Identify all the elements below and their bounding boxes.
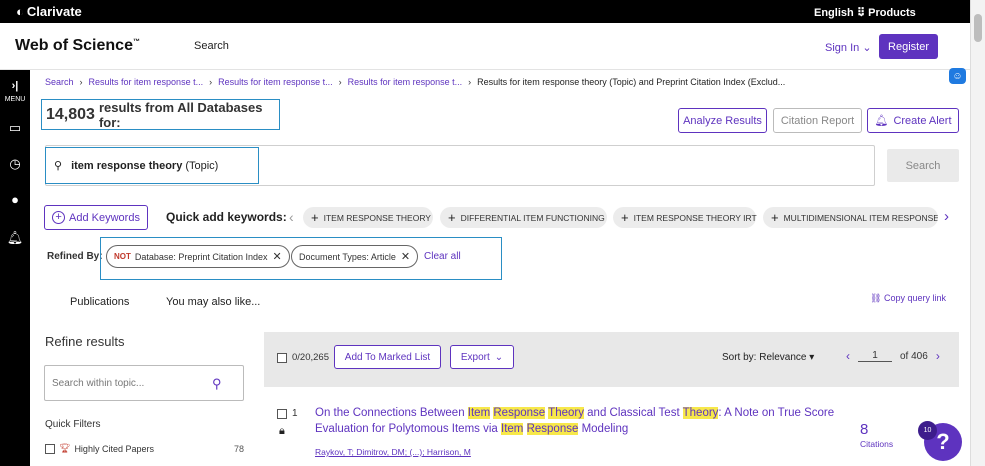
breadcrumb: Search › Results for item response t... › Re… <box>45 77 785 87</box>
tab-publications[interactable]: Publications <box>70 296 129 308</box>
close-icon[interactable]: ✕ <box>401 250 410 263</box>
analyze-results-button[interactable]: Analyze Results <box>678 108 767 133</box>
citation-report-button[interactable]: Citation Report <box>773 108 862 133</box>
checkbox[interactable] <box>45 443 55 454</box>
history-icon[interactable]: ◷ <box>0 156 30 172</box>
page-input[interactable]: 1 <box>858 350 892 362</box>
sort-dropdown[interactable]: Sort by: Relevance ▾ <box>722 352 814 363</box>
register-button[interactable]: Register <box>879 34 938 59</box>
plus-icon: + <box>621 210 629 225</box>
clarivate-logo-icon: ◐ <box>16 4 24 19</box>
quick-filters-title: Quick Filters <box>45 419 101 430</box>
products-menu[interactable]: ⠿ Products <box>857 6 916 19</box>
lock-icon: 🔒︎ <box>279 425 285 437</box>
record-select[interactable]: 1 <box>277 408 298 419</box>
sign-in-link[interactable]: Sign In ⌄ <box>825 41 872 54</box>
results-count-heading: 14,803 results from All Databases for: <box>41 99 280 130</box>
page-scrollbar[interactable] <box>970 0 985 466</box>
filter-chip-database[interactable]: NOT Database: Preprint Citation Index ✕ <box>106 245 290 268</box>
result-record: 1 🔒︎ On the Connections Between Item Res… <box>264 387 959 466</box>
record-authors[interactable]: Raykov, T; Dimitrov, DM; (...); Harrison… <box>315 447 471 457</box>
chevron-right-icon: › <box>79 77 83 87</box>
close-icon[interactable]: ✕ <box>272 250 281 263</box>
scrollbar-thumb[interactable] <box>974 14 982 42</box>
search-within-input[interactable]: Search within topic... ⚲ <box>44 365 244 401</box>
bell-icon[interactable]: 🔔︎ <box>0 230 30 246</box>
query-chip[interactable]: ⚲ item response theory (Topic) <box>45 147 259 184</box>
add-keywords-button[interactable]: + Add Keywords <box>44 205 148 230</box>
chevron-down-icon: ⌄ <box>862 42 872 54</box>
chevron-right-icon[interactable]: › <box>936 349 940 363</box>
side-nav: ›| MENU ▭ ◷ ● 🔔︎ <box>0 70 30 466</box>
web-of-science-logo[interactable]: Web of Science™ <box>15 37 140 55</box>
quick-add-keywords-label: Quick add keywords: <box>166 210 287 224</box>
expand-menu-icon[interactable]: ›| <box>0 80 30 92</box>
checkbox[interactable] <box>277 352 287 363</box>
checkbox[interactable] <box>277 408 287 419</box>
brand-bar: ◐ Clarivate English ⌄ ⠿ Products <box>0 0 970 23</box>
results-toolbar: 0/20,265 Add To Marked List Export ⌄ Sort… <box>264 332 959 384</box>
refine-results-title: Refine results <box>45 334 125 349</box>
search-icon: ⚲ <box>54 160 63 172</box>
add-to-marked-list-button[interactable]: Add To Marked List <box>334 345 441 369</box>
chevron-down-icon: ⌄ <box>494 351 504 363</box>
search-button[interactable]: Search <box>887 149 959 182</box>
refined-by-label: Refined By: <box>47 251 103 262</box>
folder-icon[interactable]: ▭ <box>0 120 30 136</box>
caret-down-icon: ▾ <box>809 352 815 363</box>
pagination: ‹ 1 of 406 › <box>846 349 940 363</box>
app-header: Web of Science™ Search Sign In ⌄ Registe… <box>0 23 970 70</box>
assistant-bot-icon[interactable]: ☺ <box>949 68 966 84</box>
keyword-chip[interactable]: + ITEM RESPONSE THEORY IRT <box>613 207 757 228</box>
tab-you-may-also-like[interactable]: You may also like... <box>166 296 260 308</box>
clarivate-logo[interactable]: ◐ Clarivate <box>16 4 82 19</box>
copy-query-link[interactable]: ⛓ Copy query link <box>870 293 946 304</box>
breadcrumb-results-1[interactable]: Results for item response t... <box>89 77 204 87</box>
user-icon[interactable]: ● <box>0 192 30 207</box>
trophy-icon: 🏆︎ <box>59 443 71 453</box>
plus-circle-icon: + <box>52 211 66 224</box>
results-count: 14,803 <box>46 105 95 123</box>
nav-search-link[interactable]: Search <box>194 40 229 52</box>
keyword-chip[interactable]: + DIFFERENTIAL ITEM FUNCTIONING <box>440 207 607 228</box>
chevron-right-icon: › <box>468 77 472 87</box>
chevron-left-icon[interactable]: ‹ <box>846 349 850 363</box>
create-alert-button[interactable]: 🔔︎ Create Alert <box>867 108 959 133</box>
search-icon[interactable]: ⚲ <box>212 376 222 392</box>
chevron-right-icon: › <box>209 77 213 87</box>
clear-all-link[interactable]: Clear all <box>424 251 461 262</box>
help-badge: 10 <box>918 421 937 440</box>
chevron-left-icon[interactable]: ‹ <box>289 209 294 225</box>
record-title-link[interactable]: On the Connections Between Item Response… <box>315 405 835 437</box>
link-icon: ⛓ <box>870 293 882 303</box>
keyword-chip[interactable]: + MULTIDIMENSIONAL ITEM RESPONSE <box>763 207 938 228</box>
breadcrumb-current: Results for item response theory (Topic)… <box>477 77 786 87</box>
plus-icon: + <box>771 210 779 225</box>
export-button[interactable]: Export ⌄ <box>450 345 514 369</box>
chevron-right-icon[interactable]: › <box>944 208 949 225</box>
breadcrumb-results-3[interactable]: Results for item response t... <box>348 77 463 87</box>
plus-icon: + <box>448 210 456 225</box>
chevron-right-icon: › <box>338 77 342 87</box>
menu-label: MENU <box>4 96 26 103</box>
breadcrumb-search[interactable]: Search <box>45 77 74 87</box>
select-all[interactable]: 0/20,265 <box>277 352 329 363</box>
breadcrumb-results-2[interactable]: Results for item response t... <box>218 77 333 87</box>
keyword-chip[interactable]: + ITEM RESPONSE THEORY <box>303 207 433 228</box>
highly-cited-filter[interactable]: 🏆︎ Highly Cited Papers 78 <box>45 443 245 454</box>
filter-chip-doctype[interactable]: Document Types: Article ✕ <box>291 245 419 268</box>
grid-icon: ⠿ <box>857 7 866 19</box>
citation-count[interactable]: 8 Citations <box>860 421 893 449</box>
plus-icon: + <box>311 210 319 225</box>
bell-icon: 🔔︎ <box>874 115 889 127</box>
